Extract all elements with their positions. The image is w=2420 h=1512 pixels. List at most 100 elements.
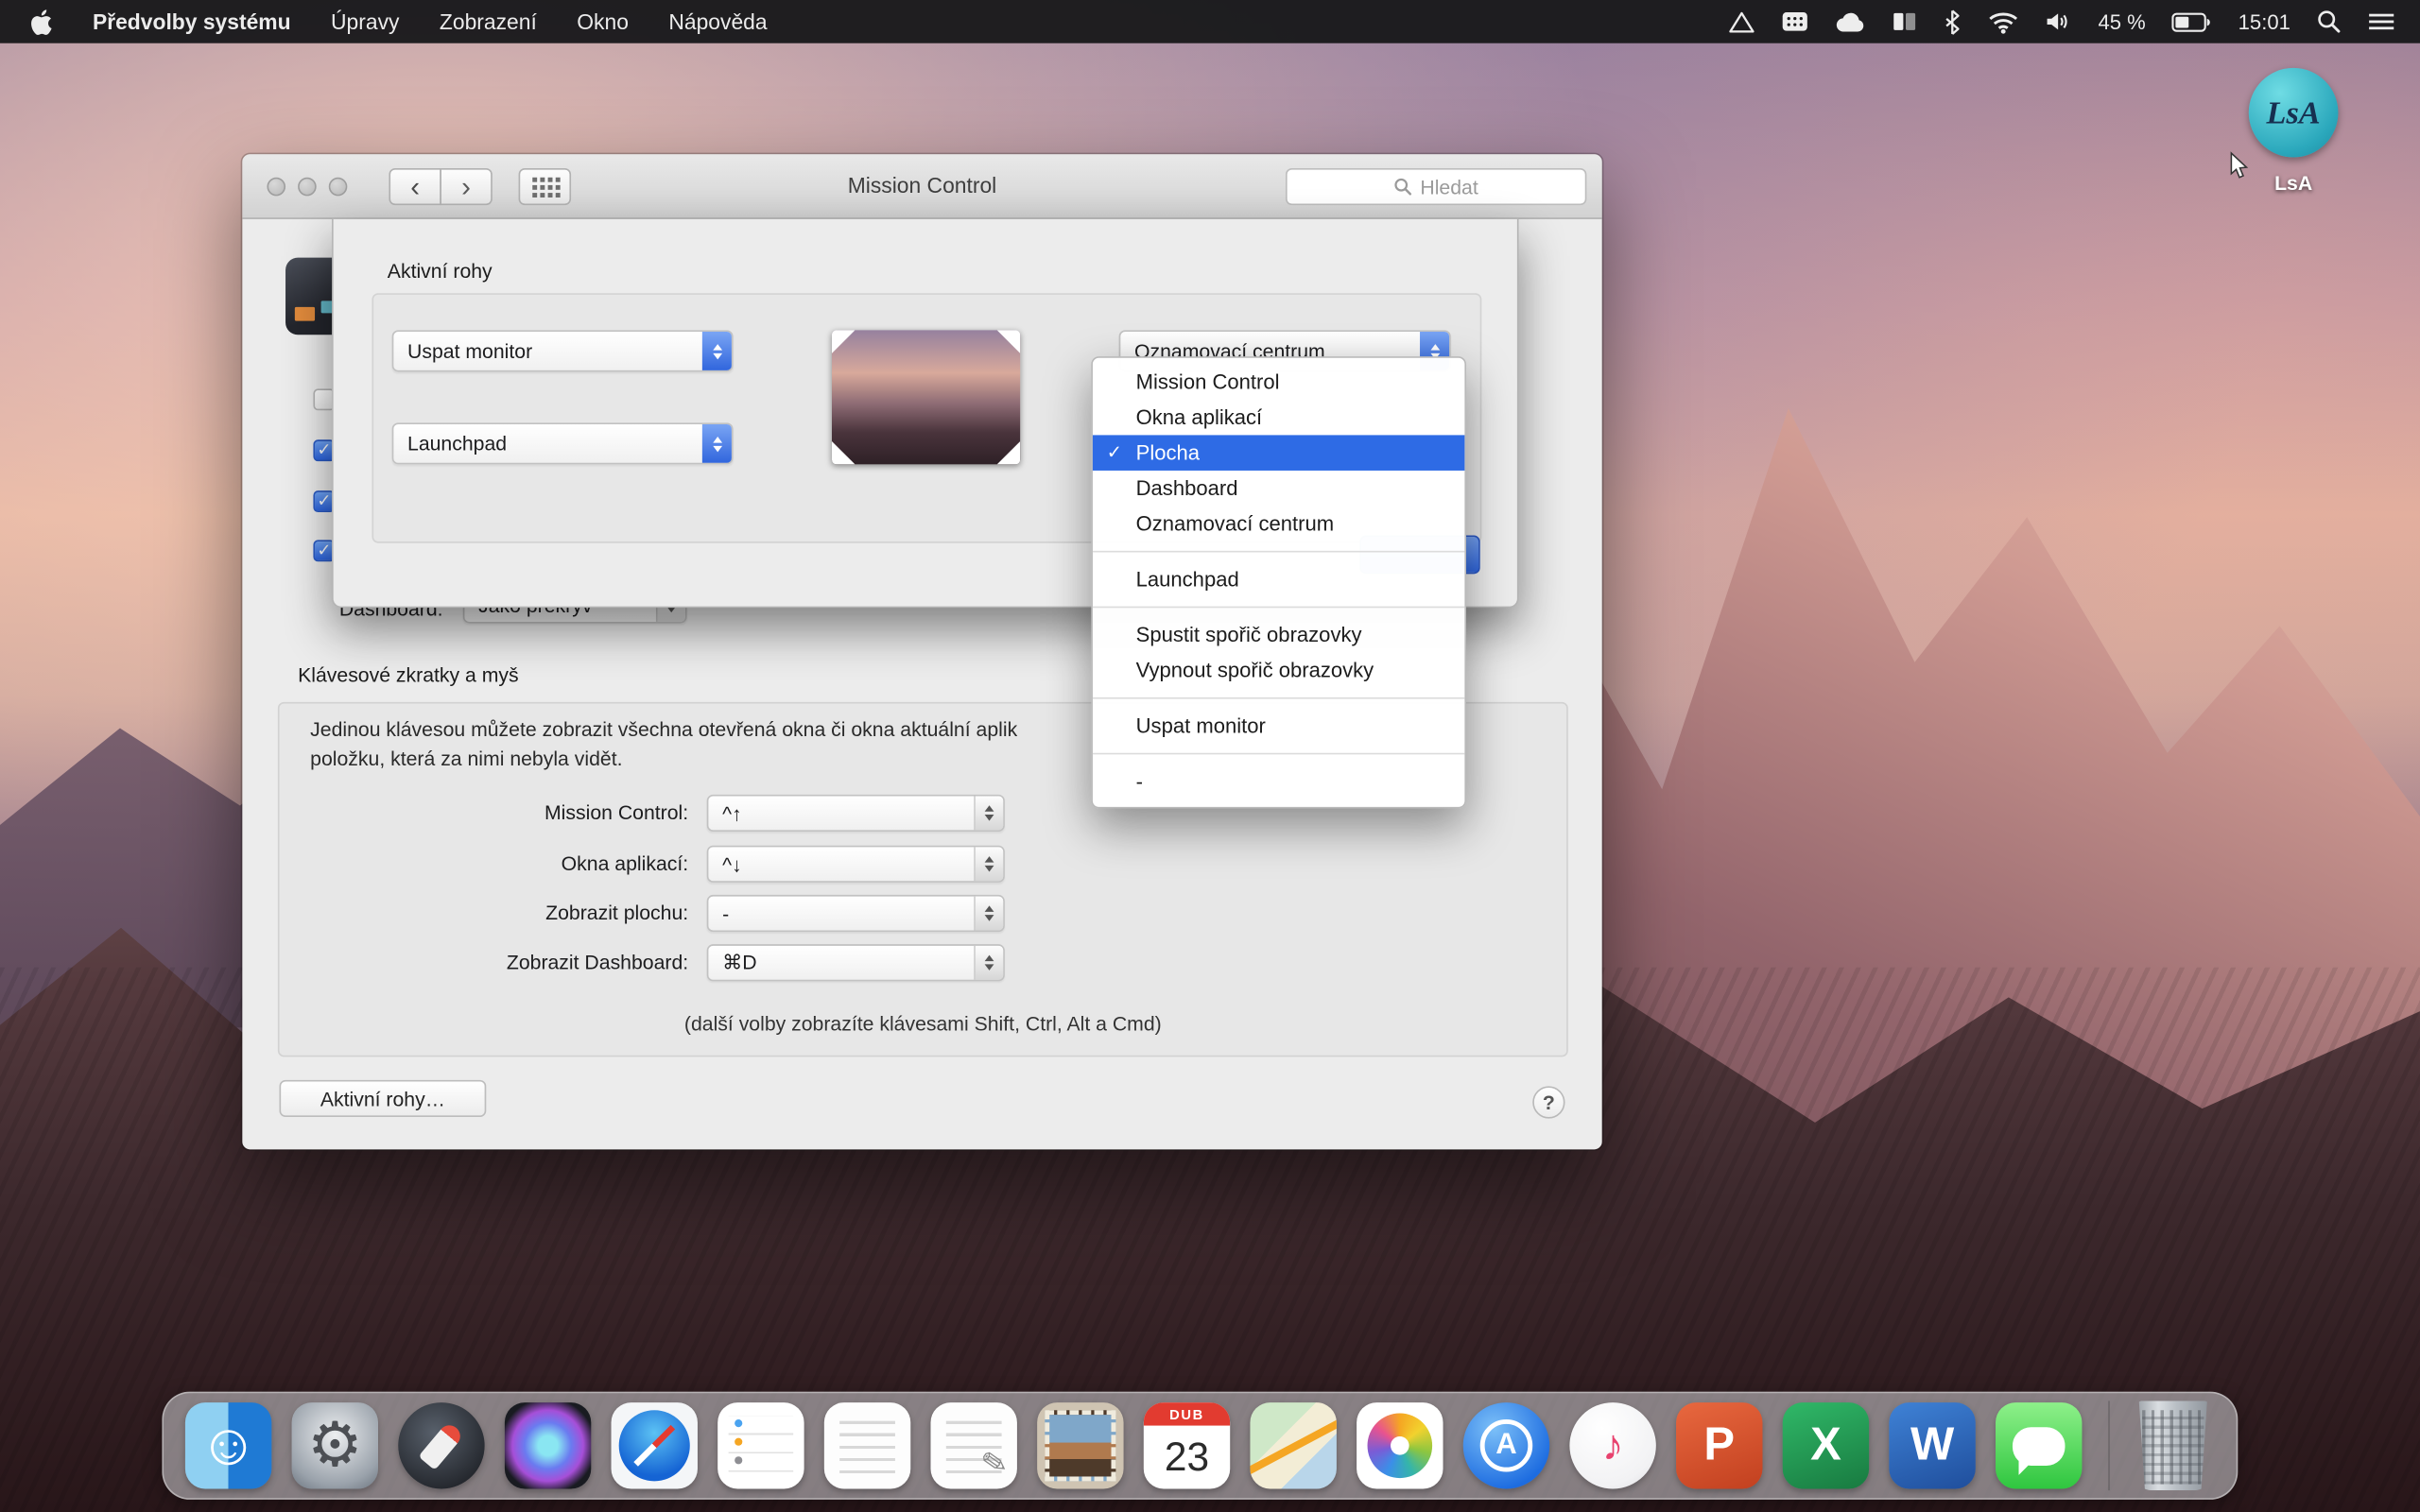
menu-item-none[interactable]: - <box>1093 764 1464 799</box>
menu-separator <box>1093 607 1464 609</box>
dock-excel[interactable]: X <box>1783 1402 1869 1488</box>
input-source-icon[interactable] <box>1782 10 1809 32</box>
menu-bar: Předvolby systému Úpravy Zobrazení Okno … <box>0 0 2420 43</box>
dock-siri[interactable] <box>505 1402 591 1488</box>
gear-icon: ⚙ <box>307 1415 363 1476</box>
dock-messages[interactable] <box>1996 1402 2082 1488</box>
hot-corner-marker-top-right <box>997 330 1020 352</box>
compass-icon <box>619 1410 690 1481</box>
powerpoint-letter: P <box>1703 1422 1735 1469</box>
app-store-a-icon: A <box>1480 1419 1533 1472</box>
shortcut-popup-show-dashboard[interactable]: ⌘D <box>707 944 1005 981</box>
calendar-day: 23 <box>1144 1426 1230 1489</box>
bluetooth-icon[interactable] <box>1944 9 1962 35</box>
dock-finder[interactable]: ☺ <box>185 1402 271 1488</box>
menu-item-mission-control[interactable]: Mission Control <box>1093 364 1464 400</box>
menu-item-dashboard[interactable]: Dashboard <box>1093 471 1464 507</box>
menu-separator <box>1093 697 1464 699</box>
menu-item-uspat-monitor[interactable]: Uspat monitor <box>1093 708 1464 744</box>
corner-top-left-popup[interactable]: Uspat monitor <box>392 330 734 371</box>
dock: ☺ ⚙ ✎ DUB 23 A ♪ P X W <box>162 1392 2238 1500</box>
stepper-icon <box>974 946 1003 980</box>
dock-powerpoint[interactable]: P <box>1676 1402 1762 1488</box>
dock-photos[interactable] <box>1357 1402 1443 1488</box>
dock-textedit[interactable]: ✎ <box>930 1402 1016 1488</box>
dock-trash[interactable] <box>2136 1400 2210 1490</box>
menu-item-vypnout-sporic[interactable]: Vypnout spořič obrazovky <box>1093 653 1464 689</box>
hot-corner-marker-bottom-left <box>832 441 855 464</box>
reminder-dot <box>735 1438 742 1446</box>
cloud-icon[interactable] <box>1836 10 1867 32</box>
menu-item-launchpad[interactable]: Launchpad <box>1093 561 1464 597</box>
wifi-icon[interactable] <box>1989 10 2020 33</box>
search-icon <box>1394 178 1413 197</box>
corner-top-left-value: Uspat monitor <box>393 339 702 362</box>
spotlight-icon[interactable] <box>2317 9 2342 34</box>
menu-zobrazeni[interactable]: Zobrazení <box>440 9 537 34</box>
dock-maps[interactable] <box>1250 1402 1336 1488</box>
stamp-image-icon <box>1045 1410 1115 1481</box>
hot-corners-button[interactable]: Aktivní rohy… <box>280 1080 487 1117</box>
dock-reminders[interactable] <box>717 1402 804 1488</box>
shortcuts-description-line2: položku, která za nimi nebyla vidět. <box>310 744 1017 773</box>
menu-item-okna-aplikaci[interactable]: Okna aplikací <box>1093 400 1464 436</box>
dock-app-store[interactable]: A <box>1463 1402 1549 1488</box>
menu-item-spustit-sporic[interactable]: Spustit spořič obrazovky <box>1093 617 1464 653</box>
corner-bottom-left-popup[interactable]: Launchpad <box>392 422 734 464</box>
pinwheel-center <box>1391 1436 1409 1455</box>
help-button[interactable]: ? <box>1532 1086 1564 1118</box>
menu-item-oznamovaci-centrum[interactable]: Oznamovací centrum <box>1093 507 1464 542</box>
dock-calendar[interactable]: DUB 23 <box>1144 1402 1230 1488</box>
menu-app-name[interactable]: Předvolby systému <box>93 9 291 34</box>
finder-face-icon: ☺ <box>199 1417 258 1475</box>
reminder-dot <box>735 1456 742 1464</box>
dock-word[interactable]: W <box>1889 1402 1975 1488</box>
battery-icon[interactable] <box>2171 11 2211 31</box>
dock-mail-stamp[interactable] <box>1037 1402 1123 1488</box>
desktop-shortcut-lsa[interactable]: LsA LsA <box>2232 68 2356 195</box>
shortcut-label-show-dashboard: Zobrazit Dashboard: <box>280 944 689 981</box>
shortcut-popup-show-desktop[interactable]: - <box>707 895 1005 932</box>
volume-icon[interactable] <box>2046 10 2072 32</box>
menu-item-plocha[interactable]: ✓Plocha <box>1093 435 1464 471</box>
panels-icon[interactable] <box>1893 10 1917 32</box>
check-icon: ✓ <box>317 541 331 560</box>
music-note-icon: ♪ <box>1602 1424 1624 1468</box>
menu-napoveda[interactable]: Nápověda <box>668 9 767 34</box>
stepper-icon <box>974 847 1003 881</box>
dock-itunes[interactable]: ♪ <box>1569 1402 1655 1488</box>
lsa-badge-text: LsA <box>2267 94 2321 132</box>
check-icon: ✓ <box>317 390 331 409</box>
search-input[interactable]: Hledat <box>1286 168 1586 205</box>
hot-corner-marker-bottom-right <box>997 441 1020 464</box>
search-placeholder: Hledat <box>1420 175 1478 198</box>
word-letter: W <box>1910 1422 1954 1469</box>
menu-separator <box>1093 551 1464 553</box>
menu-bar-clock[interactable]: 15:01 <box>2238 10 2290 33</box>
shortcut-popup-app-windows[interactable]: ^↓ <box>707 846 1005 883</box>
window-titlebar[interactable]: ‹ › Mission Control Hledat <box>242 154 1601 219</box>
battery-percentage: 45 % <box>2098 10 2145 33</box>
apple-menu-icon[interactable] <box>31 8 53 35</box>
road-icon <box>1250 1418 1336 1475</box>
document-lines-icon <box>839 1421 895 1474</box>
menu-okno[interactable]: Okno <box>577 9 629 34</box>
dock-system-preferences[interactable]: ⚙ <box>292 1402 378 1488</box>
desktop: Předvolby systému Úpravy Zobrazení Okno … <box>0 0 2420 1512</box>
trash-mesh-icon <box>2142 1410 2204 1484</box>
drive-icon[interactable] <box>1729 10 1755 33</box>
lsa-badge-icon: LsA <box>2249 68 2339 158</box>
shortcuts-description-line1: Jedinou klávesou můžete zobrazit všechna… <box>310 714 1017 744</box>
menu-upravy[interactable]: Úpravy <box>331 9 399 34</box>
hot-corner-marker-top-left <box>832 330 855 352</box>
dock-launchpad[interactable] <box>398 1402 484 1488</box>
shortcut-value: ⌘D <box>708 951 974 975</box>
dock-safari[interactable] <box>612 1402 698 1488</box>
shortcut-label-mission-control: Mission Control: <box>280 795 689 832</box>
notification-list-icon[interactable] <box>2367 10 2394 32</box>
pen-icon: ✎ <box>978 1442 1011 1485</box>
dock-pages[interactable] <box>824 1402 910 1488</box>
shortcut-popup-mission-control[interactable]: ^↑ <box>707 795 1005 832</box>
shortcuts-section-title: Klávesové zkratky a myš <box>298 663 519 686</box>
stepper-icon <box>974 897 1003 931</box>
